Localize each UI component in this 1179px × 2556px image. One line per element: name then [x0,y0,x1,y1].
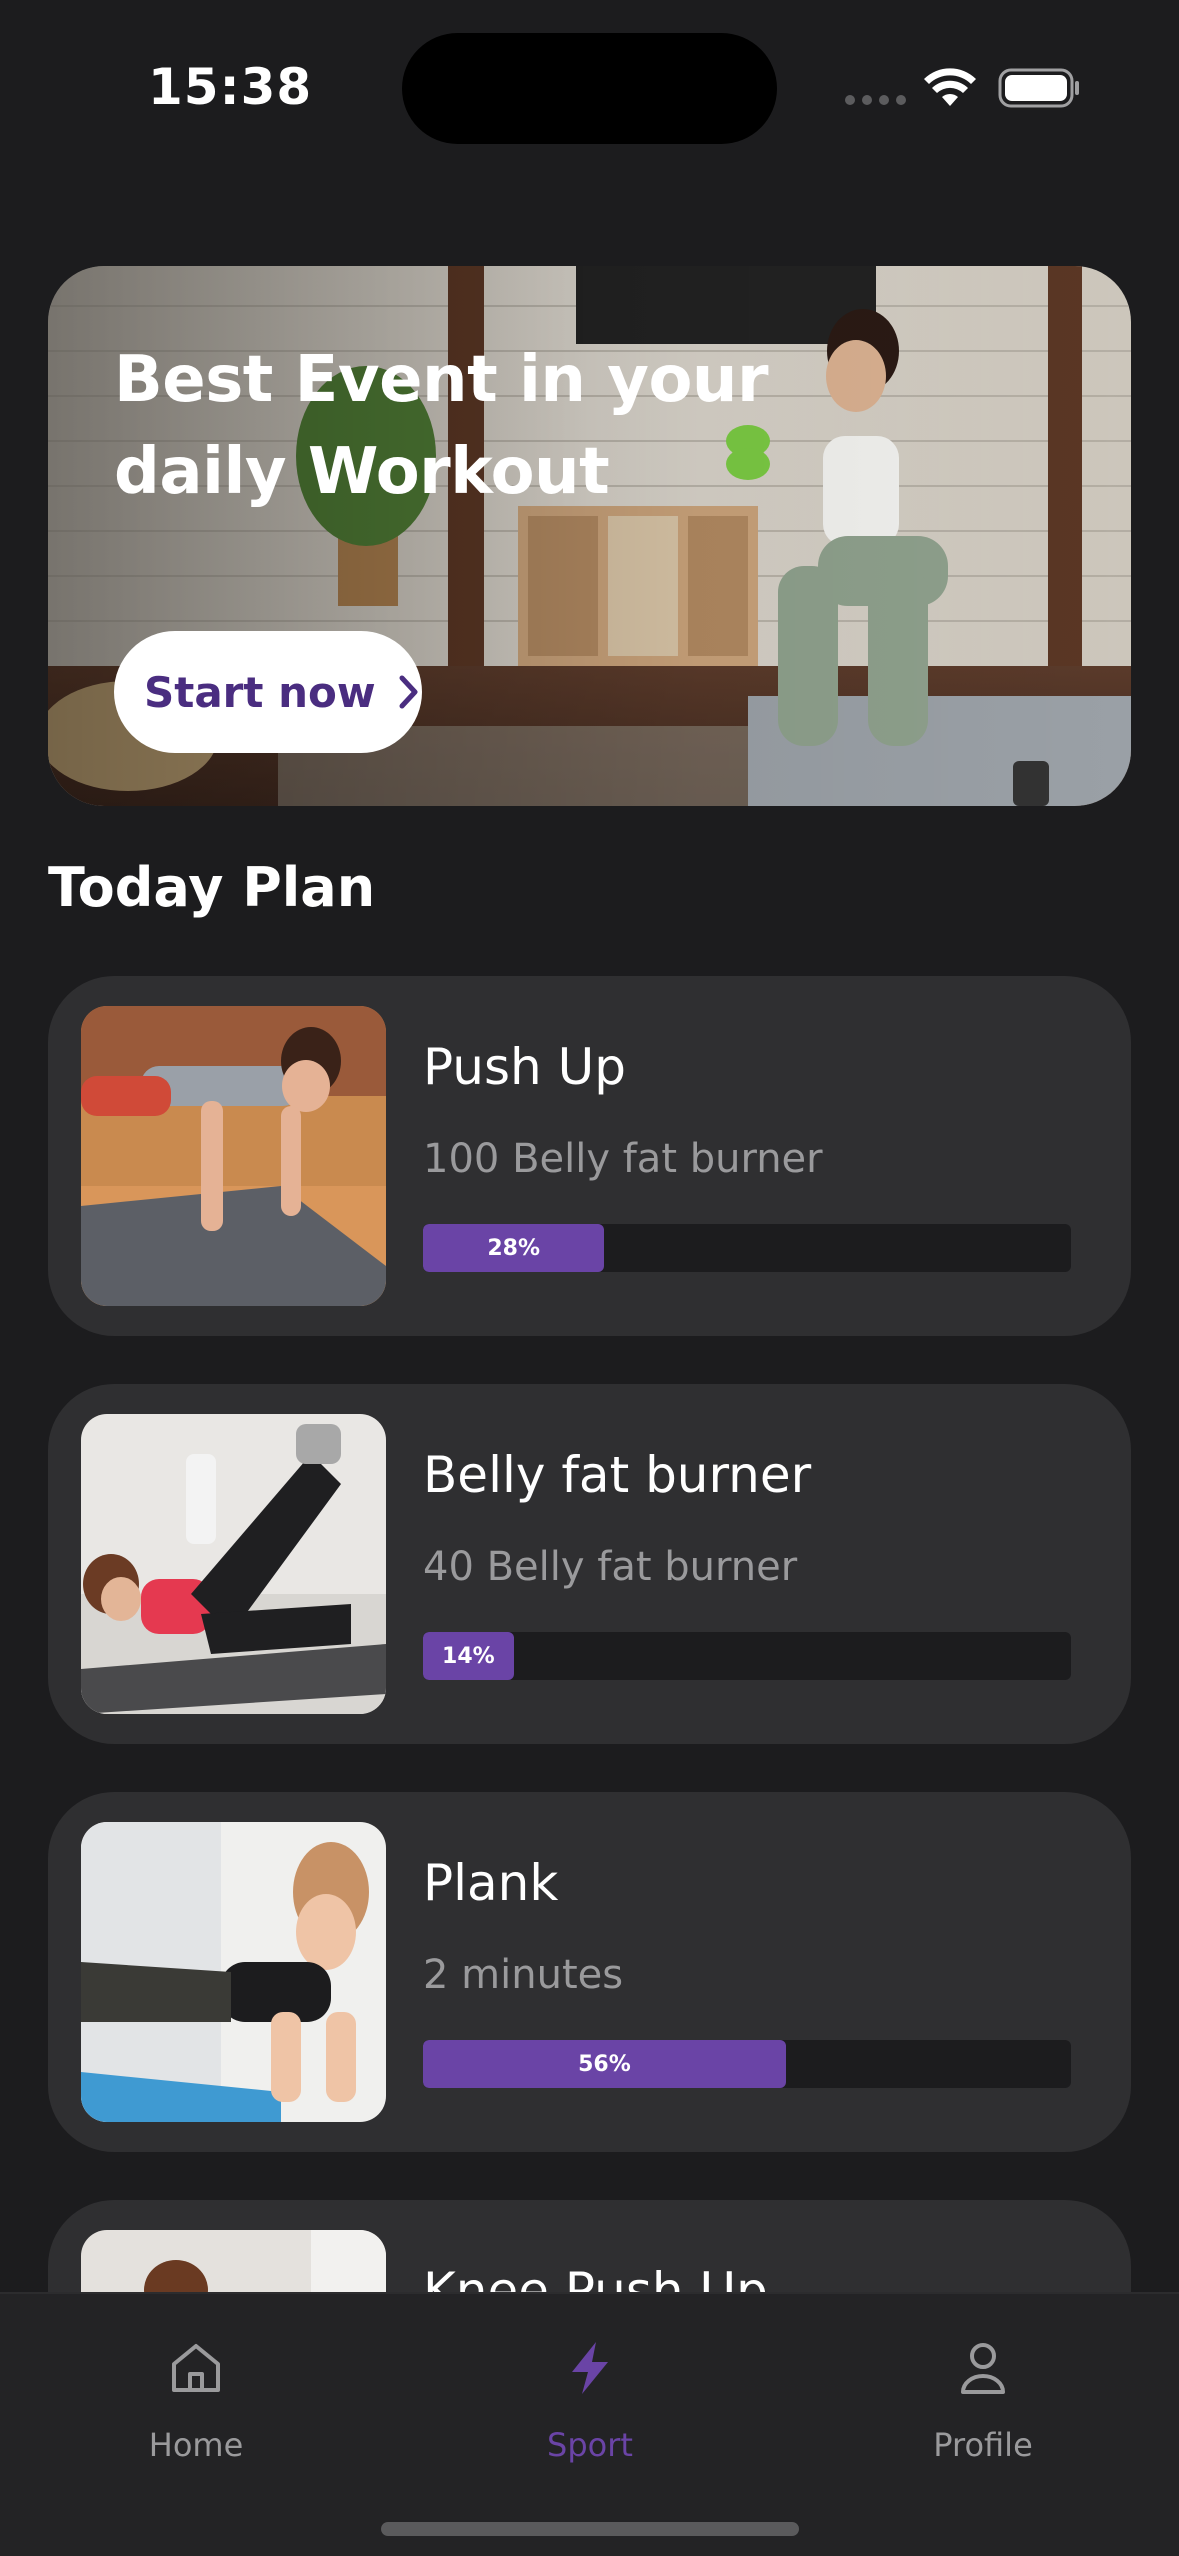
plan-progress-bar: 56% [423,2040,1071,2088]
hero-banner: Best Event in your daily Workout Start n… [48,266,1131,806]
section-title-today-plan: Today Plan [48,856,376,919]
plan-card-push-up[interactable]: Push Up 100 Belly fat burner 28% [48,976,1131,1336]
status-time: 15:38 [148,58,313,116]
person-icon [961,2343,1005,2394]
plan-name: Push Up [423,1038,626,1096]
plan-thumbnail-push-up [81,1006,386,1306]
plan-progress-bar: 14% [423,1632,1071,1680]
plan-subtitle: 100 Belly fat burner [423,1136,823,1182]
plan-progress-fill: 14% [423,1632,514,1680]
tab-profile-label: Profile [933,2426,1033,2464]
lightning-bolt-icon [572,2342,608,2394]
start-now-label: Start now [144,667,376,717]
plan-progress-fill: 28% [423,1224,605,1272]
plan-thumbnail-plank [81,1822,386,2122]
tab-sport[interactable]: Sport [490,2338,690,2464]
app-screen: 15:38 Best Event in your daily Workout S… [0,0,1179,2556]
home-icon [172,2344,220,2392]
chevron-right-icon [399,675,418,709]
plan-progress-bar: 28% [423,1224,1071,1272]
plan-thumbnail-belly-fat-burner [81,1414,386,1714]
hero-title-line-2: daily Workout [114,435,610,509]
tab-profile[interactable]: Profile [883,2338,1083,2464]
dynamic-island [402,33,777,144]
plan-card-belly-fat-burner[interactable]: Belly fat burner 40 Belly fat burner 14% [48,1384,1131,1744]
start-now-button[interactable]: Start now [114,631,422,753]
plan-name: Plank [423,1854,559,1912]
wifi-icon [924,68,976,106]
plan-subtitle: 40 Belly fat burner [423,1544,798,1590]
hero-title-line-1: Best Event in your [114,343,769,417]
plan-progress-label: 56% [578,2051,631,2077]
battery-icon [998,68,1079,108]
plan-progress-fill: 56% [423,2040,786,2088]
tab-home-label: Home [148,2426,244,2464]
plan-subtitle: 2 minutes [423,1952,624,1998]
home-indicator [381,2522,799,2536]
hero-title: Best Event in your daily Workout [114,334,814,518]
plan-progress-label: 14% [442,1643,495,1669]
bottom-tab-bar: Home Sport Profile [0,2292,1179,2556]
plan-name: Belly fat burner [423,1446,812,1504]
plan-card-plank[interactable]: Plank 2 minutes 56% [48,1792,1131,2152]
plan-progress-label: 28% [487,1235,541,1261]
cellular-signal-icon [845,95,906,105]
tab-home[interactable]: Home [96,2338,296,2464]
tab-sport-label: Sport [547,2426,633,2464]
